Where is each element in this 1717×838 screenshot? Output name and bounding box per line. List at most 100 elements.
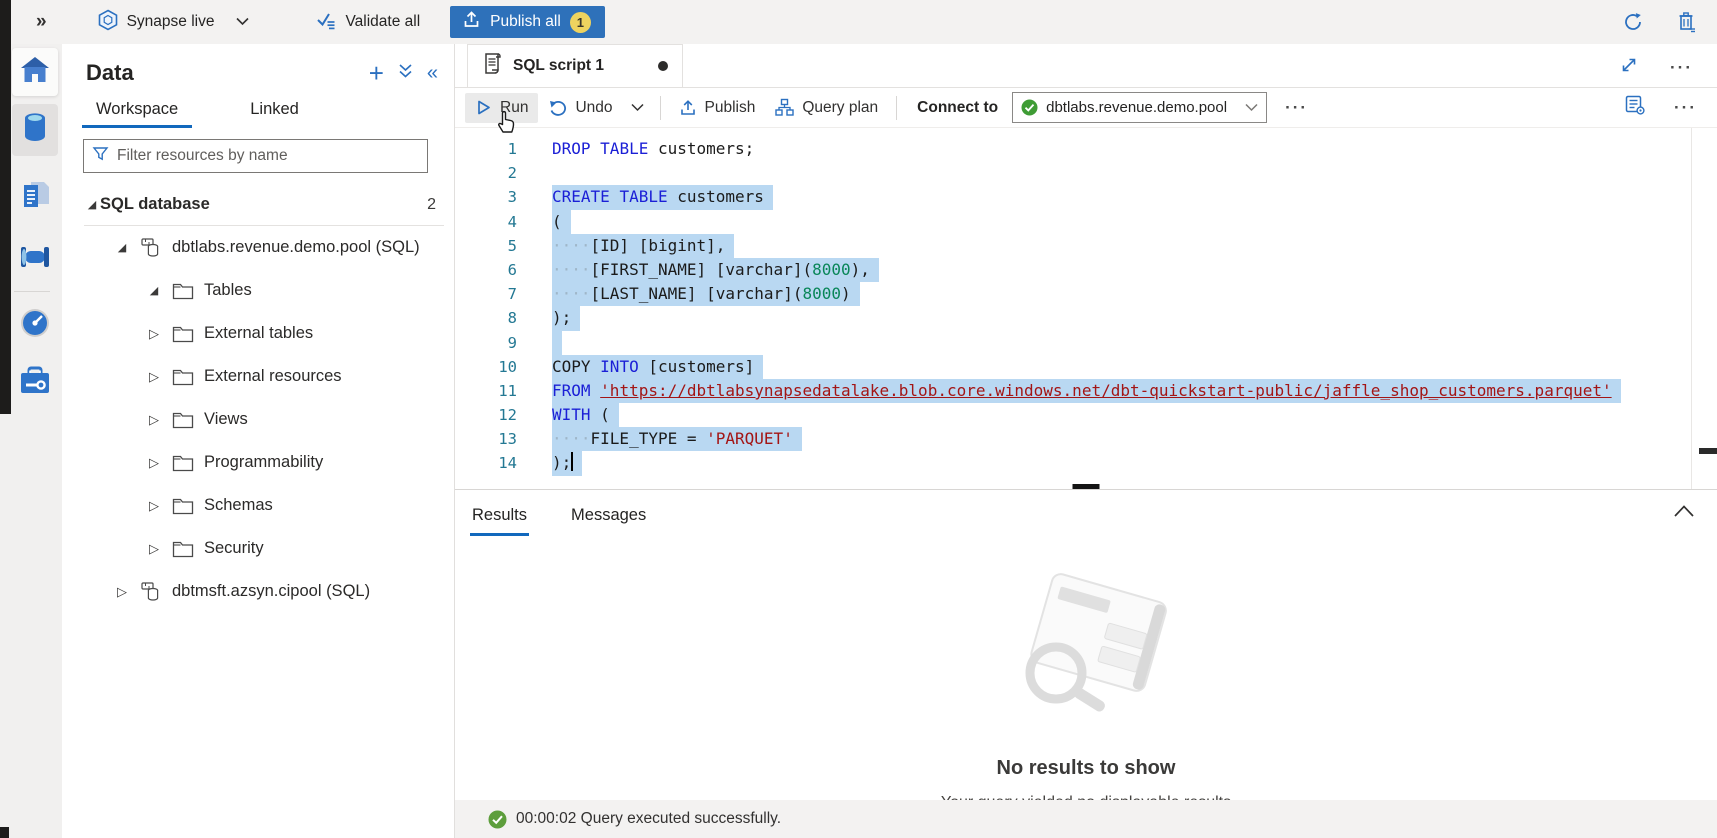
validate-all-button[interactable]: Validate all <box>315 9 420 36</box>
code-line-3[interactable]: 3CREATE TABLE customers <box>455 185 1717 209</box>
collapse-panel-icon[interactable]: « <box>427 62 438 85</box>
tree-item-dbtlabs-revenue-demo-pool-sql[interactable]: ◢ dbtlabs.revenue.demo.pool (SQL) <box>62 226 454 269</box>
nav-integrate[interactable] <box>17 242 53 276</box>
code-line-13[interactable]: 13····FILE_TYPE = 'PARQUET' <box>455 427 1717 451</box>
publish-all-button[interactable]: Publish all 1 <box>450 6 605 38</box>
code-line-12[interactable]: 12WITH ( <box>455 403 1717 427</box>
undo-button[interactable]: Undo <box>538 93 622 123</box>
tab-more-options-icon[interactable]: ··· <box>1664 58 1699 78</box>
toolbar-more-icon[interactable]: ··· <box>1279 98 1314 118</box>
connect-to-pool-select[interactable]: dbtlabs.revenue.demo.pool <box>1012 92 1267 123</box>
tree-item-external-resources[interactable]: ▷External resources <box>62 355 454 398</box>
collapsed-triangle-icon[interactable]: ▷ <box>146 369 162 385</box>
folder-icon <box>172 411 194 429</box>
code-line-text: COPY INTO [customers] <box>552 355 763 379</box>
editor-scrollbar-thumb[interactable] <box>1699 448 1717 454</box>
tree-item-external-tables[interactable]: ▷External tables <box>62 312 454 355</box>
code-line-text: ); <box>552 306 580 330</box>
code-line-8[interactable]: 8); <box>455 306 1717 330</box>
code-line-11[interactable]: 11FROM 'https://dbtlabsynapsedatalake.bl… <box>455 379 1717 403</box>
tree-item-schemas[interactable]: ▷Schemas <box>62 484 454 527</box>
publish-button[interactable]: Publish <box>669 93 766 123</box>
code-line-1[interactable]: 1DROP TABLE customers; <box>455 137 1717 161</box>
folder-icon <box>172 368 194 386</box>
tab-messages[interactable]: Messages <box>571 490 646 540</box>
tree-item-label: dbtlabs.revenue.demo.pool (SQL) <box>172 238 420 257</box>
code-line-2[interactable]: 2 <box>455 161 1717 185</box>
collapsed-triangle-icon[interactable]: ▷ <box>146 455 162 471</box>
tab-results[interactable]: Results <box>472 490 527 540</box>
nav-manage[interactable] <box>17 366 53 400</box>
tree-item-views[interactable]: ▷Views <box>62 398 454 441</box>
sql-pool-icon <box>140 581 162 603</box>
sql-script-icon <box>482 52 503 80</box>
tree-item-label: Security <box>204 539 264 558</box>
code-line-text: DROP TABLE customers; <box>552 137 754 161</box>
code-editor[interactable]: 1DROP TABLE customers;23CREATE TABLE cus… <box>455 128 1717 489</box>
line-number: 5 <box>455 234 517 258</box>
chevron-down-icon <box>1245 103 1258 112</box>
run-button[interactable]: Run <box>465 93 538 123</box>
nav-develop[interactable] <box>17 180 53 214</box>
expand-editor-icon[interactable] <box>1620 56 1638 79</box>
add-resource-icon[interactable]: + <box>369 63 384 83</box>
collapse-all-icon[interactable] <box>398 63 413 84</box>
synapse-hexagon-icon <box>97 9 119 36</box>
sql-pool-icon <box>140 237 162 259</box>
code-line-7[interactable]: 7····[LAST_NAME] [varchar](8000) <box>455 282 1717 306</box>
discard-trash-icon[interactable] <box>1673 8 1701 36</box>
code-line-9[interactable]: 9 <box>455 331 1717 355</box>
collapsed-triangle-icon[interactable]: ▷ <box>146 498 162 514</box>
collapsed-triangle-icon[interactable]: ▷ <box>146 326 162 342</box>
query-plan-button[interactable]: Query plan <box>765 92 888 123</box>
tab-linked[interactable]: Linked <box>250 100 299 128</box>
folder-icon <box>172 282 194 300</box>
tree-item-programmability[interactable]: ▷ Programmability <box>62 441 454 484</box>
expand-panel-icon[interactable]: » <box>36 11 47 33</box>
code-line-4[interactable]: 4( <box>455 210 1717 234</box>
collapsed-triangle-icon[interactable]: ▷ <box>146 412 162 428</box>
chevron-down-icon <box>236 13 249 31</box>
refresh-icon[interactable] <box>1619 8 1647 36</box>
tree-item-dbtmsft-azsyn-cipool-sql[interactable]: ▷ dbtmsft.azsyn.cipool (SQL) <box>62 570 454 613</box>
script-properties-icon[interactable] <box>1624 94 1646 121</box>
code-line-6[interactable]: 6····[FIRST_NAME] [varchar](8000), <box>455 258 1717 282</box>
tab-sql-script-1[interactable]: SQL script 1 <box>467 44 683 87</box>
code-line-10[interactable]: 10COPY INTO [customers] <box>455 355 1717 379</box>
tree-item-label: dbtmsft.azsyn.cipool (SQL) <box>172 582 370 601</box>
nav-data[interactable] <box>12 104 58 156</box>
filter-resources-input[interactable] <box>117 147 419 165</box>
expanded-triangle-icon[interactable]: ◢ <box>146 284 162 297</box>
line-number: 8 <box>455 306 517 330</box>
code-line-5[interactable]: 5 ····[ID] [bigint], <box>455 234 1717 258</box>
collapsed-triangle-icon[interactable]: ▷ <box>114 584 130 600</box>
collapsed-triangle-icon[interactable]: ▷ <box>146 541 162 557</box>
document-tab-title: SQL script 1 <box>513 57 604 75</box>
collapse-results-chevron-icon[interactable] <box>1673 504 1695 523</box>
tree-item-sql-database[interactable]: ◢SQL database2 <box>62 183 454 226</box>
nav-home[interactable] <box>12 48 58 96</box>
tree-item-label: Programmability <box>204 453 323 472</box>
line-number: 9 <box>455 331 517 355</box>
code-line-text: ( <box>552 210 571 234</box>
tree-item-security[interactable]: ▷ Security <box>62 527 454 570</box>
nav-monitor[interactable] <box>17 308 53 342</box>
success-check-icon <box>488 810 507 829</box>
run-options-chevron-icon[interactable] <box>629 101 646 114</box>
tree-item-tables[interactable]: ◢Tables <box>62 269 454 312</box>
editor-more-icon[interactable]: ··· <box>1668 98 1703 118</box>
code-line-14[interactable]: 14); <box>455 451 1717 475</box>
synapse-studio-window: » Synapse live Validate all Publish all … <box>0 0 1717 838</box>
filter-funnel-icon <box>92 145 109 167</box>
expanded-triangle-icon[interactable]: ◢ <box>114 241 130 254</box>
environment-switcher[interactable]: Synapse live <box>97 9 250 36</box>
code-line-text: ····[ID] [bigint], <box>552 234 734 258</box>
editor-scrollbar-track <box>1691 128 1692 489</box>
expanded-triangle-icon[interactable]: ◢ <box>84 198 100 211</box>
line-number: 4 <box>455 210 517 234</box>
environment-label: Synapse live <box>127 13 215 31</box>
line-number: 12 <box>455 403 517 427</box>
rail-divider <box>14 291 50 292</box>
tab-workspace[interactable]: Workspace <box>96 100 178 128</box>
connected-check-icon <box>1021 99 1038 116</box>
